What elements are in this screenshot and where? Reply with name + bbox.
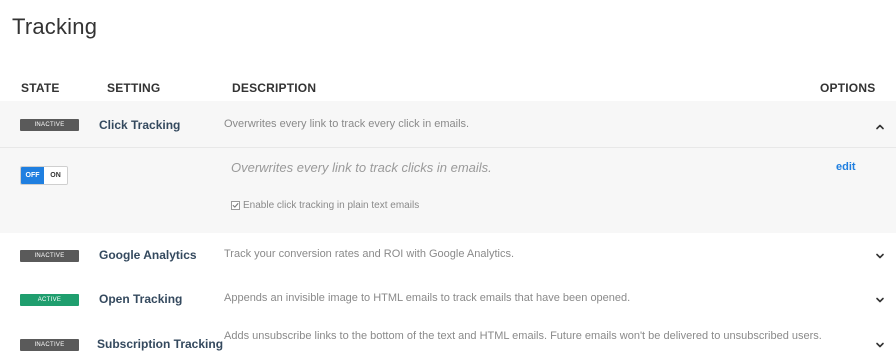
setting-name-open-tracking: Open Tracking [99, 292, 183, 306]
state-badge-inactive: INACTIVE [20, 119, 79, 131]
setting-name-subscription-tracking: Subscription Tracking [97, 337, 224, 351]
toggle-on-option[interactable]: ON [44, 167, 67, 184]
plain-text-click-tracking-option[interactable]: Enable click tracking in plain text emai… [231, 200, 419, 211]
setting-name-click-tracking: Click Tracking [99, 118, 181, 132]
setting-description: Appends an invisible image to HTML email… [224, 292, 631, 304]
toggle-off-option[interactable]: OFF [21, 167, 44, 184]
options-column-header: OPTIONS [820, 81, 876, 95]
description-column-header: DESCRIPTION [232, 81, 317, 95]
page-title: Tracking [12, 14, 98, 39]
setting-description: Adds unsubscribe links to the bottom of … [224, 330, 822, 342]
chevron-down-icon[interactable] [873, 338, 887, 352]
tracking-row-subscription-tracking[interactable]: INACTIVE Subscription Tracking Adds unsu… [0, 321, 896, 354]
state-badge-inactive: INACTIVE [20, 339, 79, 351]
chevron-down-icon[interactable] [873, 293, 887, 307]
setting-description: Track your conversion rates and ROI with… [224, 248, 514, 260]
click-tracking-toggle[interactable]: OFF ON [20, 166, 68, 185]
chevron-up-icon[interactable] [873, 120, 887, 134]
setting-column-header: SETTING [107, 81, 161, 95]
plain-text-checkbox[interactable] [231, 201, 240, 210]
plain-text-checkbox-label: Enable click tracking in plain text emai… [243, 200, 420, 211]
state-badge-active: ACTIVE [20, 294, 79, 306]
setting-description: Overwrites every link to track every cli… [224, 118, 470, 130]
tracking-row-open-tracking[interactable]: ACTIVE Open Tracking Appends an invisibl… [0, 277, 896, 322]
click-tracking-details: OFF ON Overwrites every link to track cl… [0, 147, 896, 235]
tracking-row-google-analytics[interactable]: INACTIVE Google Analytics Track your con… [0, 233, 896, 278]
tracking-row-click-tracking[interactable]: INACTIVE Click Tracking Overwrites every… [0, 101, 896, 148]
chevron-down-icon[interactable] [873, 249, 887, 263]
edit-link[interactable]: edit [836, 161, 856, 173]
setting-name-google-analytics: Google Analytics [99, 248, 197, 262]
state-column-header: STATE [21, 81, 60, 95]
table-header: STATE SETTING DESCRIPTION OPTIONS [0, 73, 896, 102]
state-badge-inactive: INACTIVE [20, 250, 79, 262]
click-tracking-summary: Overwrites every link to track clicks in… [231, 160, 492, 175]
